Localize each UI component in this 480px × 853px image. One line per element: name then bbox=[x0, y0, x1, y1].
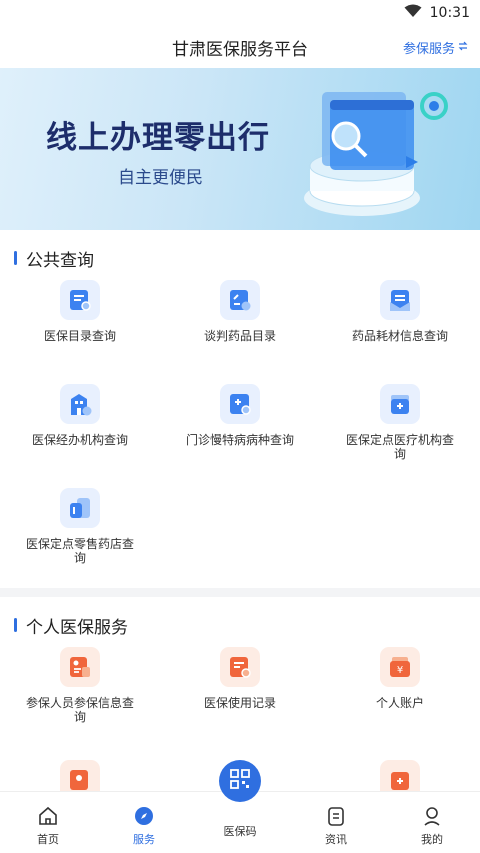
section-divider bbox=[0, 588, 480, 597]
home-icon bbox=[37, 804, 59, 828]
medical-code-button[interactable] bbox=[219, 760, 261, 802]
status-bar: 10:31 bbox=[0, 0, 480, 26]
agency-building-icon bbox=[60, 384, 100, 424]
personal-service-grid: 参保人员参保信息查询 医保使用记录 ¥ 个人账户 bbox=[0, 639, 480, 743]
tab-label: 医保码 bbox=[223, 825, 257, 838]
tile-personal-account[interactable]: ¥ 个人账户 bbox=[320, 639, 480, 743]
tile-label: 谈判药品目录 bbox=[203, 329, 276, 343]
tab-news[interactable]: 资讯 bbox=[288, 792, 384, 853]
tab-label: 资讯 bbox=[325, 833, 347, 846]
tab-label: 首页 bbox=[37, 833, 59, 846]
tile-medical-supplies[interactable]: 药品耗材信息查询 bbox=[320, 272, 480, 376]
tile-drug-catalog[interactable]: 谈判药品目录 bbox=[160, 272, 320, 376]
tile-label: 门诊慢特病病种查询 bbox=[185, 433, 294, 447]
service-compass-icon bbox=[133, 804, 155, 828]
tab-service[interactable]: 服务 bbox=[96, 792, 192, 853]
chronic-disease-icon bbox=[220, 384, 260, 424]
personal-account-icon: ¥ bbox=[380, 647, 420, 687]
tile-label: 医保定点医疗机构查询 bbox=[345, 433, 454, 461]
tile-agency-query[interactable]: 医保经办机构查询 bbox=[0, 376, 160, 480]
tab-label: 服务 bbox=[133, 833, 155, 846]
tile-label: 医保使用记录 bbox=[203, 696, 276, 710]
tile-label: 药品耗材信息查询 bbox=[351, 329, 448, 343]
section-header: 个人医保服务 bbox=[0, 611, 480, 639]
tile-pharmacy[interactable]: 医保定点零售药店查询 bbox=[0, 480, 160, 584]
wifi-icon bbox=[404, 4, 422, 22]
qr-code-icon bbox=[229, 768, 251, 794]
insured-info-icon bbox=[60, 647, 100, 687]
tile-label: 医保定点零售药店查询 bbox=[25, 537, 134, 565]
tile-label: 个人账户 bbox=[375, 696, 424, 710]
tile-insured-info[interactable]: 参保人员参保信息查询 bbox=[0, 639, 160, 743]
app-header: 甘肃医保服务平台 参保服务 bbox=[0, 26, 480, 68]
tile-usage-record[interactable]: 医保使用记录 bbox=[160, 639, 320, 743]
promo-banner[interactable]: 线上办理零出行 自主更便民 bbox=[0, 68, 480, 230]
location-icon[interactable] bbox=[60, 760, 100, 791]
tile-catalog-query[interactable]: 医保目录查询 bbox=[0, 272, 160, 376]
tile-medical-institution[interactable]: 医保定点医疗机构查询 bbox=[320, 376, 480, 480]
medical-supplies-icon bbox=[380, 280, 420, 320]
switch-icon bbox=[458, 40, 468, 55]
tile-label: 医保经办机构查询 bbox=[31, 433, 128, 447]
medical-institution-icon bbox=[380, 384, 420, 424]
profile-icon bbox=[421, 804, 443, 828]
pharmacy-icon bbox=[60, 488, 100, 528]
medical-record-icon[interactable] bbox=[380, 760, 420, 791]
public-query-section: 公共查询 医保目录查询 谈判药品目录 药品耗材信息查询 医保经办机构查询 门诊慢… bbox=[0, 230, 480, 584]
status-time: 10:31 bbox=[429, 5, 470, 21]
enroll-service-label: 参保服务 bbox=[402, 42, 455, 57]
tab-profile[interactable]: 我的 bbox=[384, 792, 480, 853]
tile-label: 医保目录查询 bbox=[43, 329, 116, 343]
catalog-search-icon bbox=[60, 280, 100, 320]
svg-text:¥: ¥ bbox=[397, 665, 403, 676]
section-accent-bar bbox=[14, 251, 17, 265]
enroll-service-button[interactable]: 参保服务 bbox=[403, 38, 468, 57]
tile-chronic-disease[interactable]: 门诊慢特病病种查询 bbox=[160, 376, 320, 480]
section-title: 个人医保服务 bbox=[26, 617, 128, 638]
news-icon bbox=[325, 804, 347, 828]
usage-record-icon bbox=[220, 647, 260, 687]
section-header: 公共查询 bbox=[0, 244, 480, 272]
public-query-grid: 医保目录查询 谈判药品目录 药品耗材信息查询 医保经办机构查询 门诊慢特病病种查… bbox=[0, 272, 480, 584]
page-title: 甘肃医保服务平台 bbox=[172, 39, 308, 60]
section-title: 公共查询 bbox=[26, 250, 94, 271]
tab-label: 我的 bbox=[421, 833, 443, 846]
drug-catalog-icon bbox=[220, 280, 260, 320]
tile-label: 参保人员参保信息查询 bbox=[25, 696, 134, 724]
banner-subtitle: 自主更便民 bbox=[118, 168, 203, 188]
banner-headline: 线上办理零出行 bbox=[46, 120, 270, 156]
tab-home[interactable]: 首页 bbox=[0, 792, 96, 853]
section-accent-bar bbox=[14, 618, 17, 632]
banner-illustration-icon bbox=[304, 92, 448, 216]
personal-service-section: 个人医保服务 参保人员参保信息查询 医保使用记录 ¥ 个人账户 bbox=[0, 597, 480, 743]
